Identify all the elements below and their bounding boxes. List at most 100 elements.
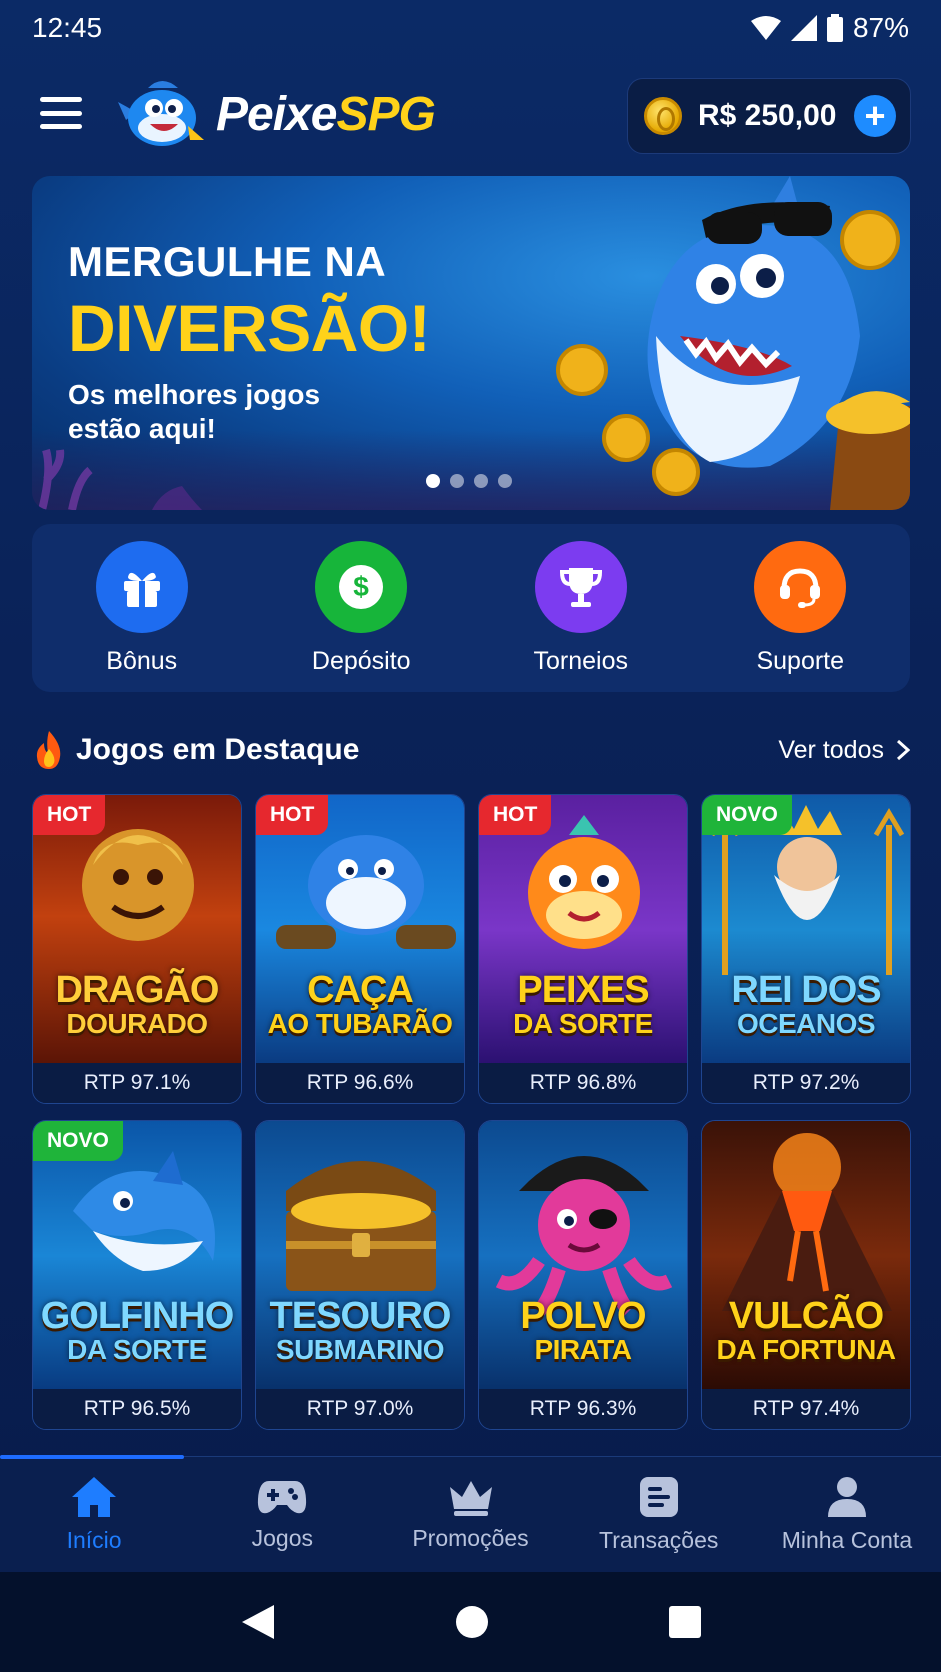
nav-home-label: Início [66, 1527, 122, 1553]
chevron-right-icon [896, 739, 910, 761]
quick-actions-panel: Bônus $ Depósito Torneios Suporte [32, 524, 910, 692]
see-all-label: Ver todos [778, 735, 884, 764]
headset-icon [754, 540, 847, 633]
system-navigation-bar [0, 1572, 941, 1672]
game-card[interactable]: GOLFINHO DA SORTE RTP 96.5% NOVO [32, 1120, 242, 1430]
game-title: REI DOS OCEANOS [731, 969, 881, 1039]
recents-icon[interactable] [669, 1606, 702, 1638]
game-title: PEIXES DA SORTE [513, 969, 653, 1039]
game-rtp: RTP 97.0% [256, 1389, 464, 1429]
gamepad-icon [258, 1481, 307, 1514]
game-badge: HOT [33, 795, 106, 835]
nav-transactions[interactable]: Transações [565, 1457, 753, 1572]
nav-games-label: Jogos [251, 1525, 313, 1551]
app-header: PeixeSPG R$ 250,00 + [0, 70, 941, 156]
coin-icon [644, 97, 682, 135]
user-icon [827, 1477, 866, 1517]
game-title: VULCÃO DA FORTUNA [716, 1295, 896, 1365]
game-rtp: RTP 97.1% [33, 1063, 241, 1103]
balance-widget[interactable]: R$ 250,00 + [627, 78, 911, 154]
wifi-icon [750, 16, 781, 40]
banner-title-line1: MERGULHE NA [68, 238, 387, 285]
game-rtp: RTP 97.4% [702, 1389, 910, 1429]
game-title: POLVO PIRATA [520, 1295, 646, 1365]
game-card[interactable]: TESOURO SUBMARINO RTP 97.0% [255, 1120, 465, 1430]
game-rtp: RTP 96.8% [479, 1063, 687, 1103]
fish-mascot-icon [118, 81, 204, 146]
banner-text: MERGULHE NA DIVERSÃO! Os melhores jogos … [68, 238, 431, 446]
deposit-label: Depósito [311, 646, 411, 675]
nav-games[interactable]: Jogos [188, 1457, 376, 1572]
back-icon[interactable] [240, 1603, 276, 1641]
game-rtp: RTP 97.2% [702, 1063, 910, 1103]
banner-title-line2: DIVERSÃO! [68, 291, 431, 365]
tournaments-label: Torneios [533, 646, 629, 675]
game-rtp: RTP 96.3% [479, 1389, 687, 1429]
nav-account-label: Minha Conta [781, 1527, 913, 1553]
game-rtp: RTP 96.5% [33, 1389, 241, 1429]
pagination-dot[interactable] [450, 474, 464, 488]
game-badge: NOVO [702, 795, 792, 835]
dollar-icon: $ [315, 540, 408, 633]
game-card[interactable]: VULCÃO DA FORTUNA RTP 97.4% [701, 1120, 911, 1430]
game-card[interactable]: CAÇA AO TUBARÃO RTP 96.6% HOT [255, 794, 465, 1104]
logo-text: PeixeSPG [216, 87, 436, 141]
add-funds-button[interactable]: + [854, 95, 896, 137]
balance-amount: R$ 250,00 [698, 99, 837, 132]
game-title: CAÇA AO TUBARÃO [267, 969, 453, 1039]
receipt-icon [639, 1477, 678, 1517]
nav-promotions-label: Promoções [412, 1525, 529, 1551]
nav-transactions-label: Transações [599, 1527, 719, 1553]
bonus-button[interactable]: Bônus [52, 540, 232, 676]
battery-level: 87% [852, 12, 909, 43]
game-rtp: RTP 96.6% [256, 1063, 464, 1103]
gift-icon [95, 540, 188, 633]
featured-section-header: Jogos em Destaque Ver todos [32, 728, 910, 772]
game-card[interactable]: PEIXES DA SORTE RTP 96.8% HOT [478, 794, 688, 1104]
see-all-link[interactable]: Ver todos [778, 736, 910, 765]
nav-account[interactable]: Minha Conta [753, 1457, 941, 1572]
bonus-label: Bônus [106, 646, 178, 675]
active-tab-indicator [0, 1455, 184, 1459]
battery-icon [826, 14, 843, 42]
game-badge: HOT [479, 795, 552, 835]
status-indicators: 87% [750, 12, 909, 44]
deposit-button[interactable]: $ Depósito [271, 540, 451, 676]
support-button[interactable]: Suporte [710, 540, 890, 676]
bottom-navigation: Início Jogos Promoções Transações Minha … [0, 1455, 941, 1572]
menu-icon-bar [40, 110, 82, 116]
fire-icon [36, 731, 61, 769]
pagination-dot[interactable] [474, 474, 488, 488]
svg-text:$: $ [353, 571, 369, 602]
game-title: DRAGÃO DOURADO [55, 969, 220, 1039]
nav-promotions[interactable]: Promoções [376, 1457, 564, 1572]
app-logo[interactable]: PeixeSPG [118, 74, 436, 154]
plus-icon: + [864, 95, 886, 136]
home-circle-icon[interactable] [455, 1605, 489, 1639]
shark-mascot-illustration [556, 176, 910, 510]
game-card[interactable]: DRAGÃO DOURADO RTP 97.1% HOT [32, 794, 242, 1104]
status-bar: 12:45 87% [0, 0, 941, 56]
menu-icon-bar [40, 97, 82, 102]
status-time: 12:45 [32, 12, 103, 43]
pagination-dot[interactable] [426, 474, 440, 488]
featured-games-grid: DRAGÃO DOURADO RTP 97.1% HOT CAÇA AO TUB… [32, 794, 912, 1430]
trophy-icon [534, 540, 627, 633]
game-title: GOLFINHO DA SORTE [40, 1295, 235, 1365]
tournaments-button[interactable]: Torneios [491, 540, 671, 676]
nav-home[interactable]: Início [0, 1457, 188, 1572]
signal-icon [790, 15, 817, 41]
game-card[interactable]: REI DOS OCEANOS RTP 97.2% NOVO [701, 794, 911, 1104]
menu-button[interactable] [40, 97, 82, 129]
game-card[interactable]: POLVO PIRATA RTP 96.3% [478, 1120, 688, 1430]
game-badge: HOT [256, 795, 329, 835]
support-label: Suporte [756, 646, 845, 675]
menu-icon-bar [40, 124, 82, 129]
game-title: TESOURO SUBMARINO [269, 1295, 452, 1365]
banner-pagination [426, 474, 512, 488]
banner-subtitle: Os melhores jogos estão aqui! [68, 379, 321, 444]
crown-icon [449, 1481, 492, 1516]
pagination-dot[interactable] [498, 474, 512, 488]
promo-banner[interactable]: MERGULHE NA DIVERSÃO! Os melhores jogos … [32, 176, 910, 510]
game-badge: NOVO [33, 1121, 123, 1161]
